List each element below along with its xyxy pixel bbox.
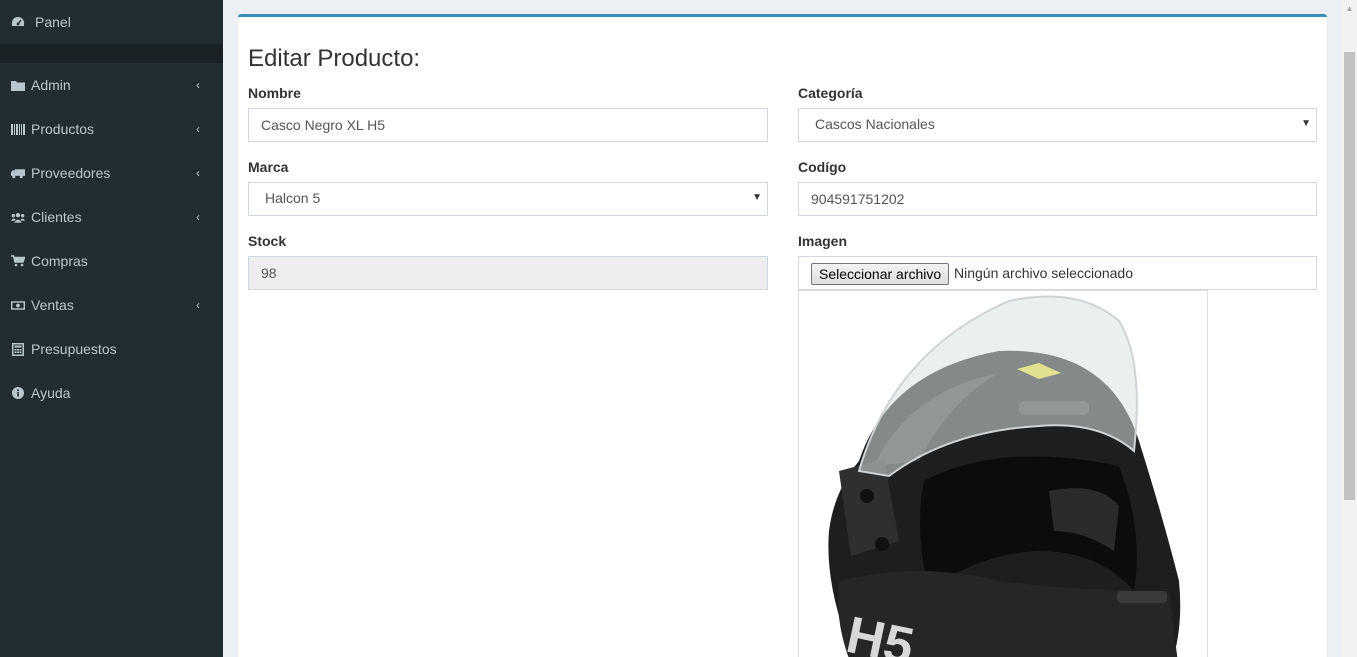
nombre-input[interactable] [248, 108, 768, 142]
sidebar-item-label: Ayuda [31, 385, 71, 401]
choose-file-button[interactable]: Seleccionar archivo [811, 263, 950, 285]
sidebar-item-compras[interactable]: Compras [0, 239, 223, 283]
sidebar-item-label: Productos [31, 121, 95, 137]
sidebar-item-label: Admin [31, 77, 71, 93]
helmet-image: H5 [828, 295, 1181, 657]
stock-label: Stock [248, 233, 287, 249]
folder-icon [11, 78, 25, 92]
sidebar-item-clientes[interactable]: Clientes ‹ [0, 195, 223, 239]
codigo-label: Codígo [798, 159, 847, 175]
sidebar-item-ventas[interactable]: Ventas ‹ [0, 283, 223, 327]
chevron-left-icon: ‹ [196, 122, 200, 136]
sidebar-item-label: Proveedores [31, 165, 111, 181]
categoria-selected-value: Cascos Nacionales [815, 116, 935, 132]
product-image-preview: H5 [798, 290, 1208, 657]
sidebar-item-presupuestos[interactable]: Presupuestos [0, 327, 223, 371]
sidebar-section-header [0, 44, 223, 63]
chevron-left-icon: ‹ [196, 78, 200, 92]
truck-icon [11, 166, 25, 180]
chevron-left-icon: ‹ [196, 210, 200, 224]
sidebar-item-label: Ventas [31, 297, 74, 313]
marca-selected-value: Halcon 5 [265, 190, 321, 206]
scrollbar-thumb[interactable] [1344, 52, 1355, 500]
categoria-select[interactable]: Cascos Nacionales ▼ [798, 108, 1317, 142]
calculator-icon [11, 342, 25, 356]
sidebar-item-panel[interactable]: Panel [0, 0, 223, 44]
sidebar-item-ayuda[interactable]: Ayuda [0, 371, 223, 415]
codigo-input[interactable] [798, 182, 1317, 216]
marca-label: Marca [248, 159, 289, 175]
page-scrollbar[interactable]: ▲ [1342, 0, 1357, 657]
sidebar: Panel Admin ‹ Productos ‹ Proveedores ‹ … [0, 0, 223, 657]
nombre-label: Nombre [248, 85, 301, 101]
sidebar-item-label: Presupuestos [31, 341, 117, 357]
imagen-file-input: Seleccionar archivo Ningún archivo selec… [798, 256, 1317, 290]
info-icon [11, 386, 25, 400]
dashboard-icon [11, 15, 25, 29]
page-title: Editar Producto: [248, 45, 421, 72]
marca-select[interactable]: Halcon 5 ▼ [248, 182, 768, 216]
money-icon [11, 298, 25, 312]
chevron-down-icon: ▼ [752, 192, 762, 203]
stock-input [248, 256, 768, 290]
scroll-up-arrow-icon[interactable]: ▲ [1342, 0, 1357, 17]
sidebar-item-admin[interactable]: Admin ‹ [0, 63, 223, 107]
barcode-icon [11, 122, 25, 136]
chevron-down-icon: ▼ [1301, 118, 1311, 129]
categoria-label: Categoría [798, 85, 863, 101]
sidebar-item-label: Clientes [31, 209, 82, 225]
chevron-left-icon: ‹ [196, 166, 200, 180]
file-status-text: Ningún archivo seleccionado [954, 265, 1133, 281]
users-icon [11, 210, 25, 224]
sidebar-item-label: Compras [31, 253, 88, 269]
cart-icon [11, 254, 25, 268]
sidebar-item-label: Panel [35, 14, 71, 30]
sidebar-item-productos[interactable]: Productos ‹ [0, 107, 223, 151]
sidebar-item-proveedores[interactable]: Proveedores ‹ [0, 151, 223, 195]
chevron-left-icon: ‹ [196, 298, 200, 312]
imagen-label: Imagen [798, 233, 848, 249]
